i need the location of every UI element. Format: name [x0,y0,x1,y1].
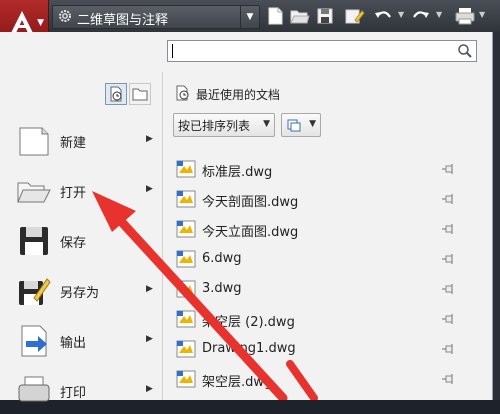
submenu-arrow-icon: ▶ [146,334,153,344]
recent-file-row[interactable]: 3.dwg [176,276,466,302]
menu-item-label: 保存 [60,236,87,251]
chevron-down-icon: ▼ [309,119,316,129]
pin-icon[interactable] [440,342,456,356]
pin-icon[interactable] [440,162,456,176]
dwg-file-icon [176,370,196,388]
menu-item-label: 输出 [60,336,87,351]
save-as-icon [19,278,51,305]
menu-item-save[interactable]: 保存 [0,218,160,264]
qat-save-button[interactable] [314,5,336,27]
display-view-dropdown[interactable]: ▼ [281,113,321,137]
open-folder-icon [17,182,51,203]
recent-file-name: 6.dwg [202,251,242,266]
recent-documents-clock-icon [176,85,189,101]
dwg-file-icon [176,250,196,268]
recent-file-row[interactable]: 架空层.dwg [176,366,466,392]
qat-redo-button[interactable] [410,5,432,27]
pin-icon[interactable] [440,192,456,206]
dwg-file-icon [176,340,196,358]
qat-open-button[interactable] [288,5,310,27]
menu-item-export[interactable]: 输出 ▶ [0,318,160,364]
menu-item-save-as[interactable]: 另存为 ▶ [0,268,160,314]
search-input[interactable] [167,40,477,62]
icon-view-icon [287,119,301,132]
submenu-arrow-icon: ▶ [146,184,153,194]
printer-icon [18,376,50,402]
open-icon [290,10,310,24]
menu-item-label: 打印 [60,386,87,401]
app-menu-chevron-down-icon: ▼ [37,18,44,28]
sort-order-label: 按已排序列表 [178,119,251,133]
recent-file-name: 架空层.dwg [202,375,273,390]
qat-new-button[interactable] [264,5,286,27]
export-icon [21,325,47,357]
pin-icon[interactable] [440,222,456,236]
chevron-down-icon[interactable]: ▼ [240,6,259,28]
open-documents-icon [132,88,148,101]
recent-file-row[interactable]: 今天立面图.dwg [176,216,466,242]
sort-order-dropdown[interactable]: 按已排序列表 ▼ [173,113,275,137]
dwg-file-icon [176,160,196,178]
recent-documents-toggle[interactable] [105,83,127,105]
menu-item-new[interactable]: 新建 ▶ [0,118,160,164]
plot-chevron-down-icon[interactable]: ▼ [479,10,485,19]
save-icon [317,8,333,24]
recent-file-row[interactable]: 架空层 (2).dwg [176,306,466,332]
recent-documents-title: 最近使用的文档 [196,88,281,102]
recent-file-name: 标准层.dwg [202,165,273,180]
floppy-disk-icon [20,227,48,255]
recent-file-row[interactable]: Drawing1.dwg [176,336,466,362]
menu-item-label: 另存为 [60,286,100,301]
submenu-arrow-icon: ▶ [146,384,153,394]
recent-file-row[interactable]: 今天剖面图.dwg [176,186,466,212]
column-divider [162,72,163,400]
undo-chevron-down-icon[interactable]: ▼ [398,10,404,19]
menu-item-label: 打开 [60,186,87,201]
menu-item-open[interactable]: 打开 ▶ [0,168,160,214]
dwg-file-icon [176,280,196,298]
search-icon[interactable] [457,43,473,59]
pin-icon[interactable] [440,312,456,326]
recent-file-name: 架空层 (2).dwg [202,315,295,330]
dwg-file-icon [176,220,196,238]
dwg-file-icon [176,190,196,208]
recent-documents-icon [110,86,122,102]
menu-view-toggle [105,83,151,105]
qat-plot-button[interactable] [454,5,476,27]
redo-icon [413,11,429,18]
title-bar: ▼ 二维草图与注释 ▼ ▼ ▼ ▼ [0,0,500,44]
submenu-arrow-icon: ▶ [146,134,153,144]
recent-file-name: 今天立面图.dwg [202,225,299,240]
workspace-dropdown[interactable]: 二维草图与注释 ▼ [52,5,260,29]
text-cursor [172,44,173,58]
workspace-label: 二维草图与注释 [77,13,169,28]
dwg-file-icon [176,310,196,328]
pin-icon[interactable] [440,372,456,386]
qat-save-as-button[interactable] [343,5,365,27]
recent-file-row[interactable]: 标准层.dwg [176,156,466,182]
submenu-arrow-icon: ▶ [146,284,153,294]
recent-file-name: 今天剖面图.dwg [202,195,299,210]
new-document-icon [19,127,49,156]
undo-icon [375,11,391,18]
redo-chevron-down-icon[interactable]: ▼ [436,10,442,19]
chevron-down-icon: ▼ [263,119,270,129]
recent-file-row[interactable]: 6.dwg [176,246,466,272]
menu-item-print[interactable]: 打印 ▶ [0,368,160,414]
new-icon [268,7,283,25]
pin-icon[interactable] [440,282,456,296]
qat-undo-button[interactable] [372,5,394,27]
gear-icon [59,10,71,22]
recent-file-name: Drawing1.dwg [202,341,296,356]
open-documents-toggle[interactable] [129,83,151,105]
drawing-area-edge [493,32,500,400]
pin-icon[interactable] [440,252,456,266]
menu-item-label: 新建 [60,136,87,151]
plot-icon [455,8,475,25]
save-as-icon [345,9,365,24]
recent-file-name: 3.dwg [202,281,242,296]
